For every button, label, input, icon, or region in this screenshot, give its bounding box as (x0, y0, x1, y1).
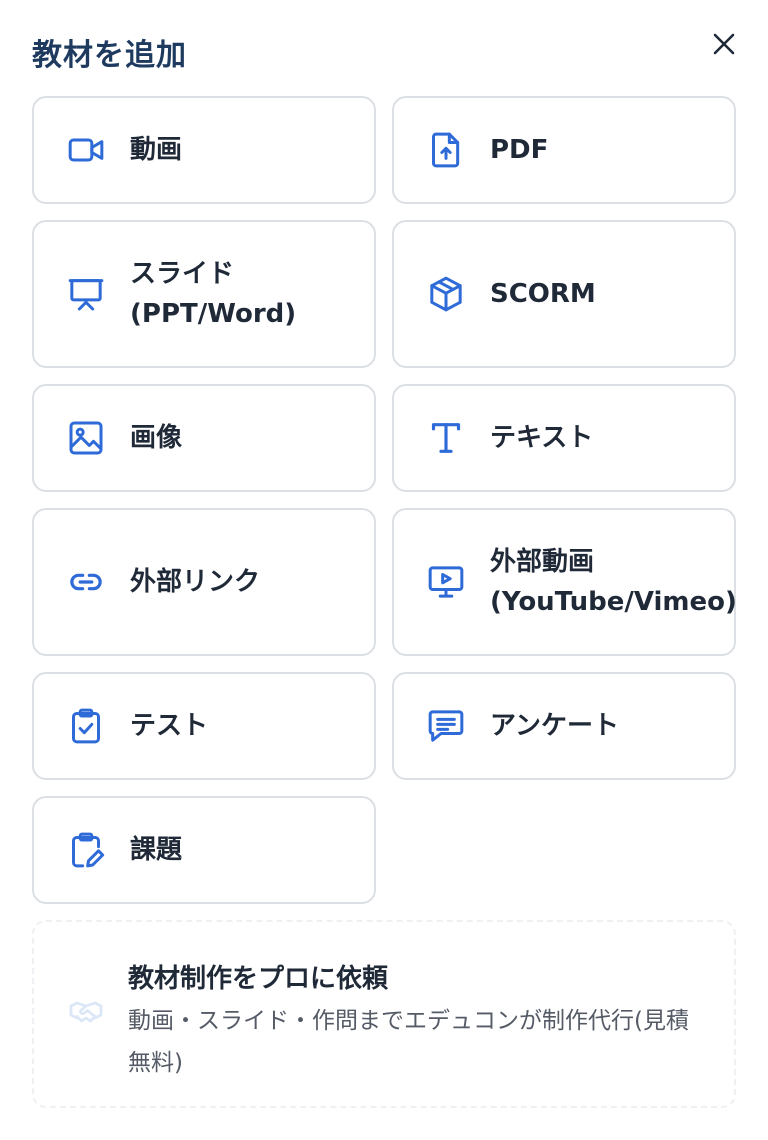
survey-label: アンケート (490, 711, 619, 741)
handshake-icon (69, 1001, 103, 1023)
video-label: 動画 (130, 135, 183, 165)
test-label: テスト (130, 711, 209, 741)
slide-label: スライド (PPT/Word) (130, 259, 297, 329)
clipboard-pencil-icon (66, 830, 106, 870)
cube-icon (426, 274, 466, 314)
external-video-label: 外部動画 (YouTube/Vimeo) (490, 547, 737, 617)
text-button[interactable]: テキスト (392, 384, 736, 492)
video-button[interactable]: 動画 (32, 96, 376, 204)
test-button[interactable]: テスト (32, 672, 376, 780)
request-pro-production-banner[interactable]: 教材制作をプロに依頼 動画・スライド・作問までエデュコンが制作代行(見積無料) (32, 920, 736, 1108)
promo-title: 教材制作をプロに依頼 (128, 964, 389, 994)
image-label: 画像 (130, 423, 183, 453)
text-t-icon (426, 418, 466, 458)
external-video-button[interactable]: 外部動画 (YouTube/Vimeo) (392, 508, 737, 656)
text-label: テキスト (490, 423, 594, 453)
assignment-button[interactable]: 課題 (32, 796, 376, 904)
pdf-label: PDF (490, 135, 549, 165)
close-button[interactable] (706, 26, 742, 62)
add-material-dialog: 教材を追加 動画 PDF スライド (PPT/Word) SCORM 画像 テキ… (0, 0, 768, 1140)
assignment-label: 課題 (130, 835, 183, 865)
pdf-button[interactable]: PDF (392, 96, 736, 204)
dialog-title: 教材を追加 (32, 38, 187, 73)
promo-description: 動画・スライド・作問までエデュコンが制作代行(見積無料) (128, 1008, 689, 1076)
scorm-label: SCORM (490, 279, 596, 309)
image-icon (66, 418, 106, 458)
chat-lines-icon (426, 706, 466, 746)
presentation-icon (66, 274, 106, 314)
scorm-button[interactable]: SCORM (392, 220, 736, 368)
external-link-button[interactable]: 外部リンク (32, 508, 376, 656)
close-icon (713, 33, 735, 55)
survey-button[interactable]: アンケート (392, 672, 736, 780)
monitor-play-icon (426, 562, 466, 602)
pdf-upload-icon (426, 130, 466, 170)
external-link-label: 外部リンク (130, 567, 261, 597)
video-camera-icon (66, 130, 106, 170)
link-icon (66, 562, 106, 602)
slide-button[interactable]: スライド (PPT/Word) (32, 220, 376, 368)
image-button[interactable]: 画像 (32, 384, 376, 492)
clipboard-check-icon (66, 706, 106, 746)
